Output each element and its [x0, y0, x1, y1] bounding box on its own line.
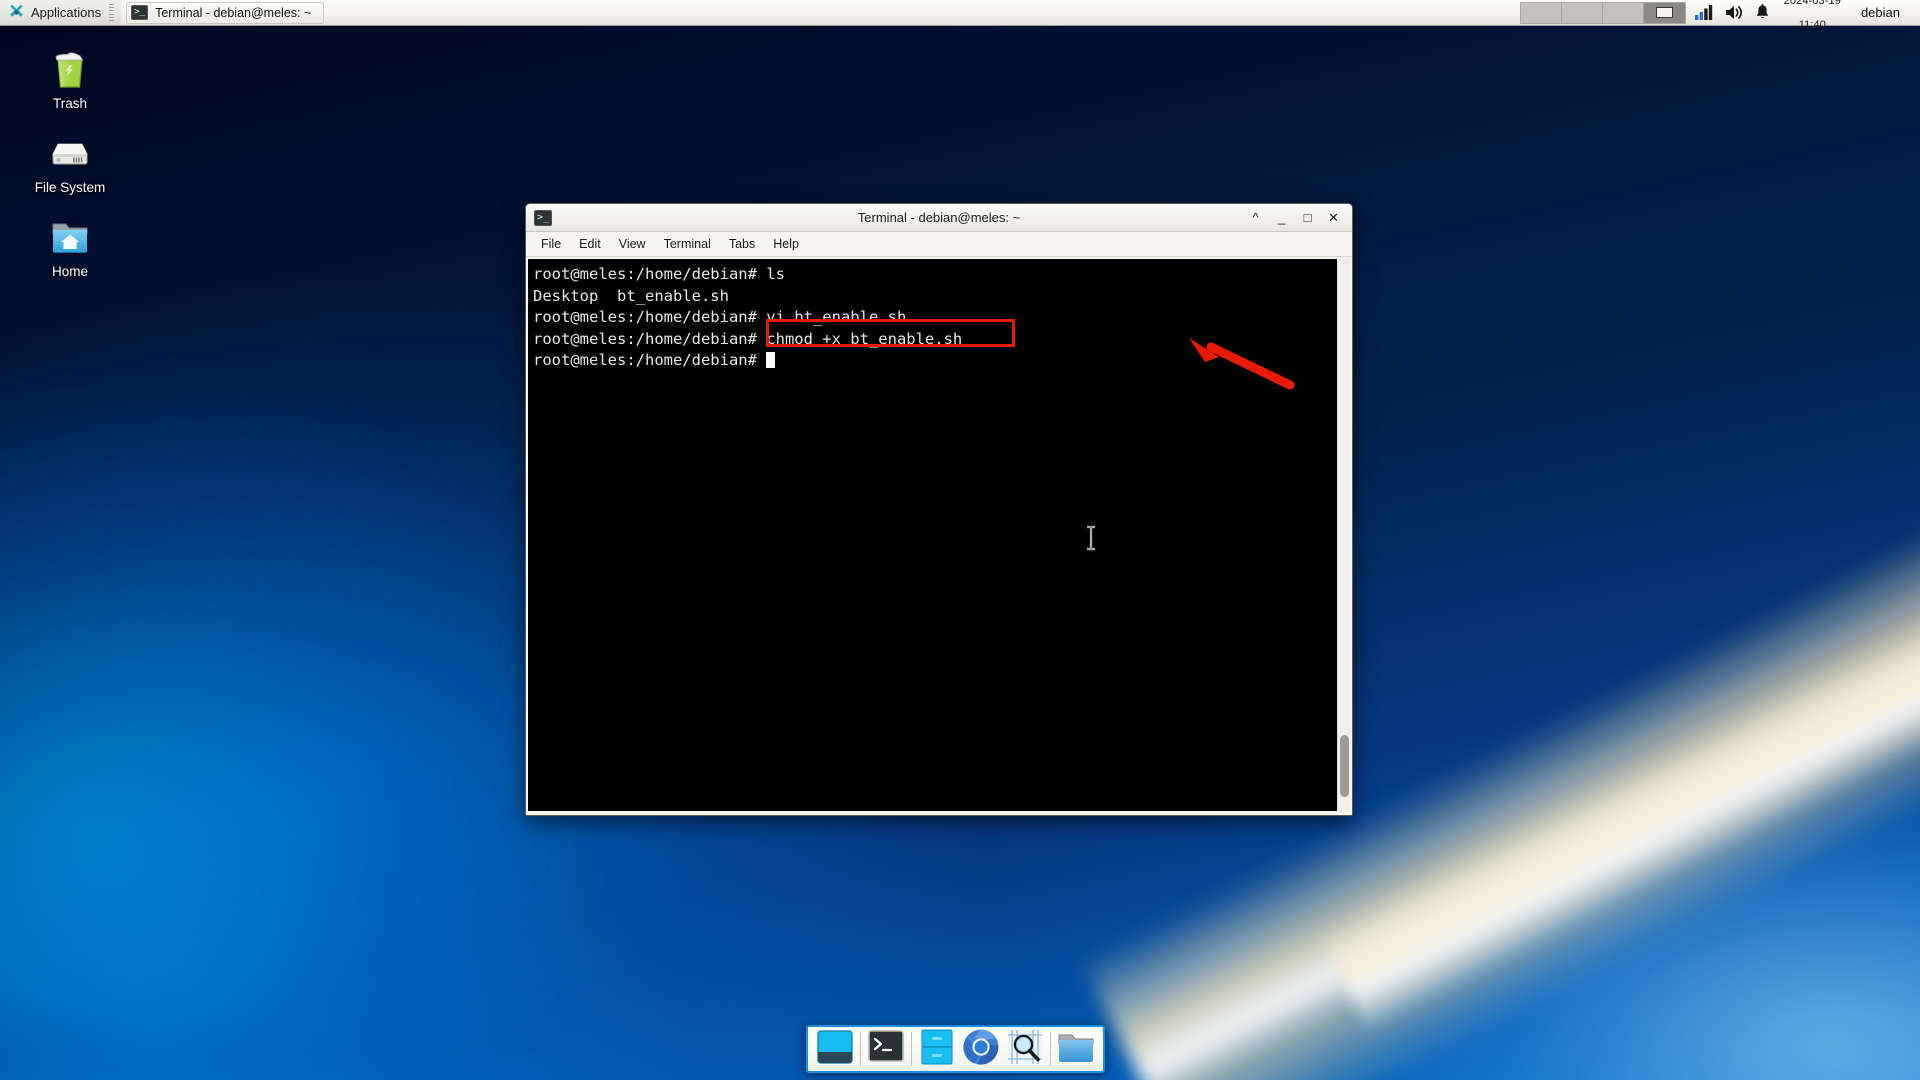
dock-item-show-desktop[interactable] — [813, 1028, 857, 1070]
menu-item-edit[interactable]: Edit — [570, 234, 610, 254]
terminal-screen[interactable]: root@meles:/home/debian# ls Desktop bt_e… — [528, 259, 1337, 811]
terminal-body: root@meles:/home/debian# ls Desktop bt_e… — [526, 257, 1352, 815]
menu-item-help[interactable]: Help — [764, 234, 808, 254]
dock-separator — [860, 1032, 861, 1066]
user-name-label[interactable]: debian — [1861, 5, 1910, 20]
magnifier-search-icon — [1007, 1029, 1043, 1070]
terminal-title: Terminal - debian@meles: ~ — [857, 210, 1021, 225]
desktop-icon-trash[interactable]: Trash — [24, 44, 116, 111]
applications-menu-label: Applications — [31, 5, 102, 20]
dock-item-chromium[interactable] — [959, 1028, 1003, 1070]
window-controls: ^ _ □ ✕ — [1248, 210, 1346, 226]
maximize-button[interactable]: □ — [1300, 210, 1315, 226]
terminal-line: root@meles:/home/debian# ls — [533, 265, 785, 283]
workspace-3[interactable] — [1602, 2, 1644, 23]
menu-item-view[interactable]: View — [610, 234, 655, 254]
terminal-line-highlighted: root@meles:/home/debian# chmod +x bt_ena… — [533, 329, 963, 348]
menu-item-terminal[interactable]: Terminal — [655, 234, 720, 254]
dock-item-file-manager[interactable] — [1054, 1028, 1098, 1070]
home-folder-icon — [46, 212, 94, 260]
bell-icon[interactable] — [1755, 4, 1770, 21]
terminal-title-bar[interactable]: >_ Terminal - debian@meles: ~ ^ _ □ ✕ — [526, 204, 1352, 232]
hard-drive-icon — [46, 128, 94, 176]
clock-time: 11:40 — [1798, 18, 1826, 31]
minimize-button[interactable]: _ — [1274, 210, 1289, 226]
dock-separator — [1050, 1032, 1051, 1066]
chromium-browser-icon — [962, 1028, 1000, 1071]
terminal-menu-bar: File Edit View Terminal Tabs Help — [526, 232, 1352, 257]
system-tray: 2024-03-19 11:40 debian — [1694, 0, 1920, 43]
desktop-icon-home[interactable]: Home — [24, 212, 116, 279]
trash-icon — [46, 44, 94, 92]
xfce-mouse-icon — [8, 4, 25, 21]
clock[interactable]: 2024-03-19 11:40 — [1781, 0, 1850, 43]
terminal-window[interactable]: >_ Terminal - debian@meles: ~ ^ _ □ ✕ Fi… — [525, 203, 1353, 816]
terminal-prompt: root@meles:/home/debian# — [533, 351, 767, 369]
menu-item-file[interactable]: File — [532, 234, 570, 254]
terminal-icon — [867, 1029, 905, 1070]
top-panel: Applications >_ Terminal - debian@meles:… — [0, 0, 1920, 31]
clock-date: 2024-03-19 — [1783, 0, 1841, 7]
workspace-switcher[interactable] — [1519, 1, 1686, 24]
file-cabinet-icon — [921, 1029, 953, 1070]
dock-item-terminal[interactable] — [864, 1028, 908, 1070]
workspace-2[interactable] — [1561, 2, 1603, 23]
panel-grip-handle[interactable] — [109, 4, 115, 21]
wallpaper-glow-left — [0, 380, 580, 1020]
workspace-1[interactable] — [1520, 2, 1562, 23]
close-button[interactable]: ✕ — [1326, 210, 1341, 226]
shade-button[interactable]: ^ — [1248, 210, 1263, 226]
workspace-window-preview — [1655, 6, 1673, 18]
terminal-line: root@meles:/home/debian# vi bt_enable.sh — [533, 308, 907, 326]
desktop-icon-file-system[interactable]: File System — [24, 128, 116, 195]
taskbar-window-title: Terminal - debian@meles: ~ — [155, 5, 312, 20]
terminal-scrollbar-thumb[interactable] — [1340, 735, 1349, 797]
desktop-icon-label: Home — [51, 264, 88, 279]
network-signal-icon[interactable] — [1694, 4, 1713, 21]
terminal-line: Desktop bt_enable.sh — [533, 286, 729, 305]
desktop-icon-label: File System — [34, 180, 106, 195]
wallpaper-light-beam-secondary — [1320, 526, 1920, 1034]
terminal-scrollbar[interactable] — [1337, 259, 1350, 811]
terminal-prompt-line: root@meles:/home/debian# — [533, 350, 1337, 372]
taskbar-window-button-terminal[interactable]: >_ Terminal - debian@meles: ~ — [126, 1, 325, 24]
dock-separator — [911, 1032, 912, 1066]
volume-speaker-icon[interactable] — [1724, 4, 1744, 21]
folder-icon — [1057, 1030, 1095, 1069]
dock — [806, 1025, 1105, 1073]
workspace-4[interactable] — [1643, 2, 1685, 23]
terminal-cursor — [766, 352, 776, 368]
dock-item-file-cabinet[interactable] — [915, 1028, 959, 1070]
menu-item-tabs[interactable]: Tabs — [720, 234, 764, 254]
dock-item-app-finder[interactable] — [1003, 1028, 1047, 1070]
applications-menu-button[interactable]: Applications — [0, 0, 122, 25]
desktop-icon-label: Trash — [52, 96, 87, 111]
terminal-icon: >_ — [534, 209, 552, 226]
wallpaper-beam-glow — [1340, 750, 1920, 1080]
terminal-icon: >_ — [131, 5, 149, 20]
window-workspace-icon — [816, 1029, 854, 1070]
desktop[interactable]: Applications >_ Terminal - debian@meles:… — [0, 0, 1920, 1080]
